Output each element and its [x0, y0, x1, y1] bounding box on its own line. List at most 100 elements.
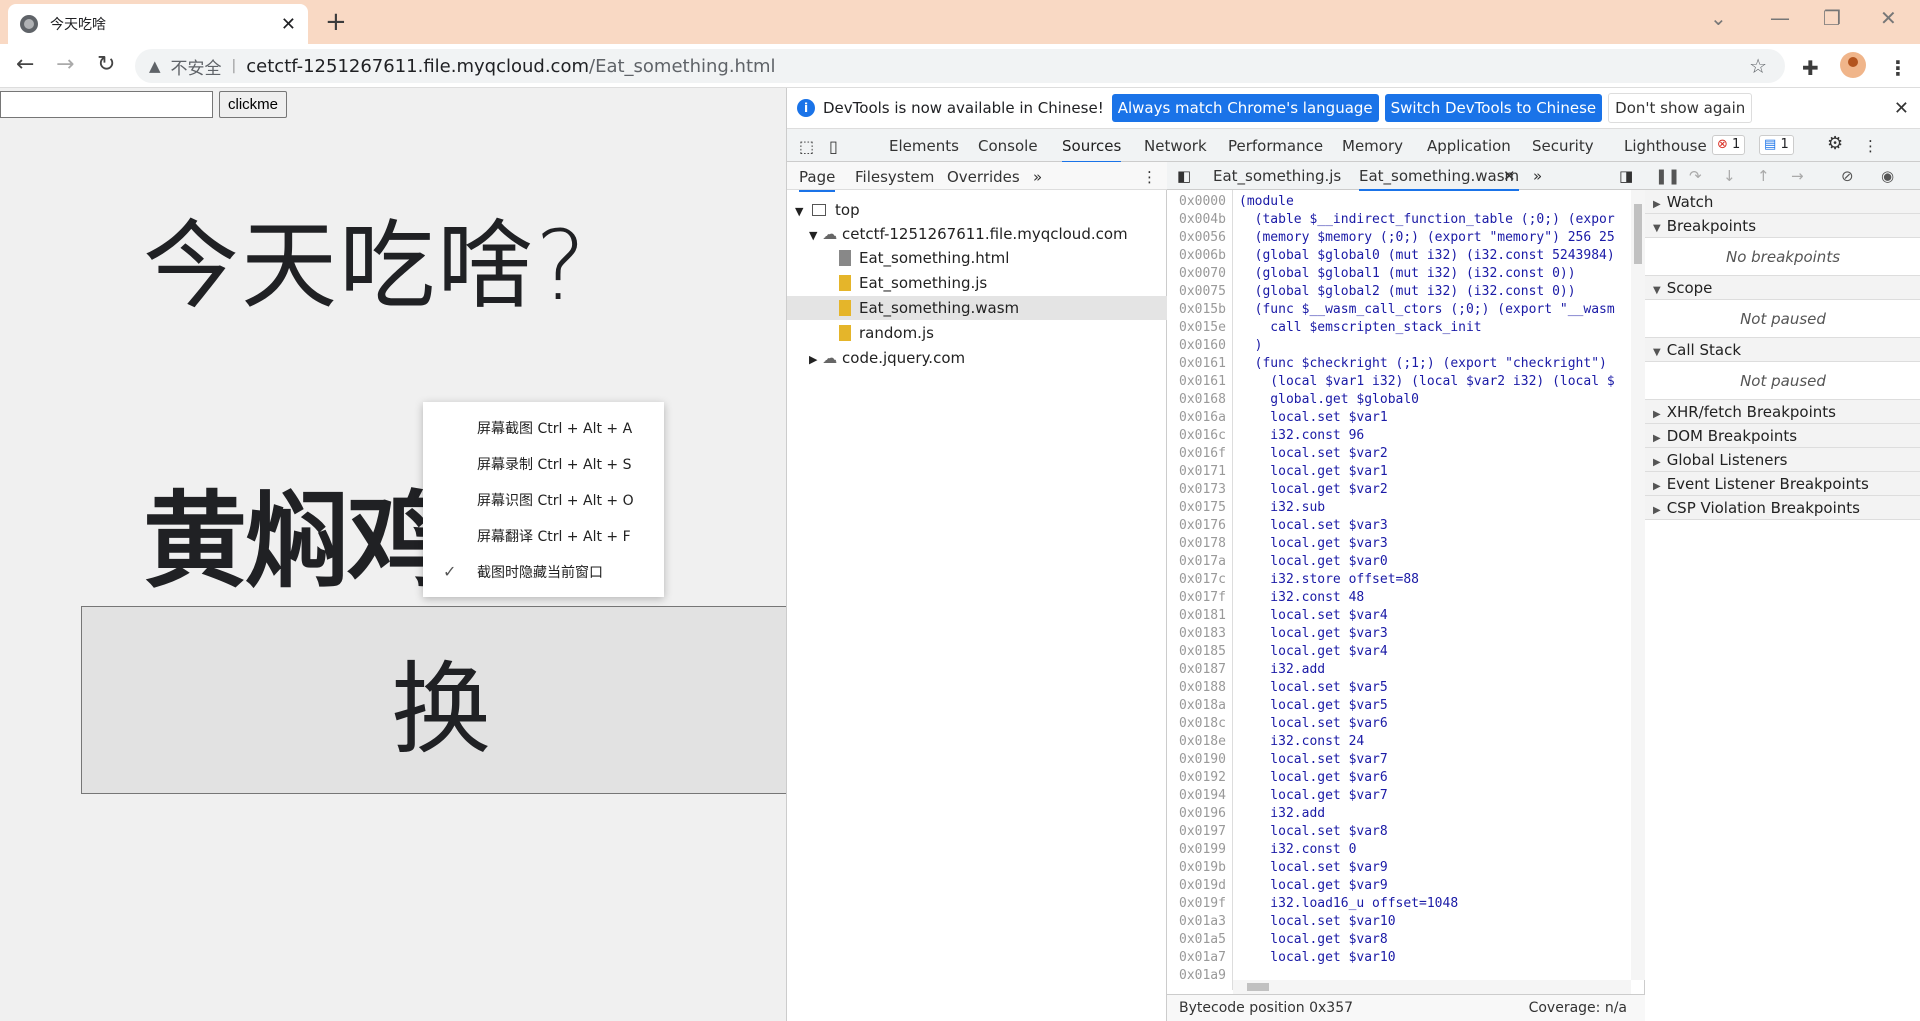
switch-chinese-button[interactable]: Switch DevTools to Chinese [1384, 94, 1603, 122]
toggle-navigator-icon[interactable]: ◧ [1177, 167, 1191, 185]
tab-performance[interactable]: Performance [1228, 137, 1323, 155]
tab-console[interactable]: Console [978, 137, 1038, 155]
tab-search-icon[interactable]: ⌄ [1710, 6, 1727, 30]
toggle-debugger-icon[interactable]: ◨ [1619, 167, 1633, 185]
text-input[interactable] [0, 91, 213, 118]
navigator-menu-icon[interactable]: ⋮ [1142, 168, 1157, 186]
line-number: 0x0178 [1179, 536, 1226, 551]
section-watch[interactable]: ▶ Watch [1645, 190, 1920, 214]
new-tab-button[interactable]: + [325, 8, 347, 36]
inspect-icon[interactable]: ⬚ [799, 137, 814, 156]
editor-tab-wasm[interactable]: Eat_something.wasm [1359, 167, 1520, 191]
code-line: i32.sub [1239, 500, 1326, 515]
back-icon[interactable]: ← [16, 54, 34, 76]
tab-network[interactable]: Network [1144, 137, 1207, 155]
clickme-button[interactable]: clickme [219, 91, 288, 118]
tab-application[interactable]: Application [1427, 137, 1511, 155]
device-toggle-icon[interactable]: ▯ [829, 137, 838, 156]
step-out-icon[interactable]: ↑ [1757, 167, 1770, 185]
forward-icon[interactable]: → [56, 54, 74, 76]
horizontal-scrollbar[interactable] [1233, 980, 1631, 994]
pause-on-exceptions-icon[interactable]: ◉ [1881, 167, 1894, 185]
section-csp-breakpoints[interactable]: ▶ CSP Violation Breakpoints [1645, 496, 1920, 520]
menu-item-hide-window[interactable]: 截图时隐藏当前窗口 [477, 562, 603, 582]
dont-show-button[interactable]: Don't show again [1608, 93, 1753, 123]
close-icon[interactable]: ✕ [1894, 98, 1909, 119]
tree-file[interactable]: random.js [787, 321, 1167, 345]
menu-item-recognize[interactable]: 屏幕识图 Ctrl + Alt + O [477, 490, 634, 510]
food-main: 黄焖鸡 [143, 480, 451, 602]
section-xhr-breakpoints[interactable]: ▶ XHR/fetch Breakpoints [1645, 400, 1920, 424]
nav-tab-filesystem[interactable]: Filesystem [855, 168, 934, 186]
menu-item-record[interactable]: 屏幕录制 Ctrl + Alt + S [477, 454, 631, 474]
menu-item-screenshot[interactable]: 屏幕截图 Ctrl + Alt + A [477, 418, 632, 438]
extensions-puzzle-icon[interactable]: ✚ [1802, 56, 1819, 80]
code-line: global.get $global0 [1239, 392, 1420, 407]
code-area[interactable]: 0x0000 (module 0x004b (table $__indirect_f… [1167, 190, 1631, 990]
section-breakpoints[interactable]: ▼ Breakpoints [1645, 214, 1920, 238]
line-number: 0x0075 [1179, 284, 1226, 299]
vertical-scrollbar[interactable] [1631, 190, 1645, 980]
step-over-icon[interactable]: ↷ [1689, 167, 1702, 185]
tree-jquery[interactable]: ▶ ☁ code.jquery.com [787, 346, 1167, 370]
tab-security[interactable]: Security [1532, 137, 1594, 155]
more-tabs-icon[interactable]: » [1533, 167, 1542, 185]
collapsed-arrow-icon: ▶ [1653, 505, 1661, 516]
tree-origin[interactable]: ▼ ☁ cetctf-1251267611.file.myqcloud.com [787, 222, 1167, 246]
code-line: i32.const 0 [1239, 842, 1357, 857]
tab-close-icon[interactable]: ✕ [281, 14, 296, 35]
nav-tab-overrides[interactable]: Overrides [947, 168, 1020, 186]
tab-memory[interactable]: Memory [1342, 137, 1403, 155]
line-number: 0x01a7 [1179, 950, 1226, 965]
tab-lighthouse[interactable]: Lighthouse [1624, 137, 1707, 155]
tree-file[interactable]: Eat_something.html [787, 246, 1167, 270]
bookmark-star-icon[interactable]: ☆ [1749, 54, 1767, 78]
close-window-button[interactable]: ✕ [1880, 6, 1897, 30]
browser-tab[interactable]: 今天吃啥 ✕ [8, 4, 308, 44]
step-into-icon[interactable]: ↓ [1723, 167, 1736, 185]
editor-tab-close-icon[interactable]: ✕ [1503, 167, 1516, 185]
devtools-menu-icon[interactable]: ⋮ [1863, 137, 1878, 155]
pause-icon[interactable]: ❚❚ [1655, 167, 1680, 185]
tree-top[interactable]: ▼ top [787, 198, 1167, 222]
code-line: (module [1239, 194, 1294, 209]
change-button[interactable]: 换 [81, 606, 786, 794]
more-tabs-icon[interactable]: » [1033, 168, 1042, 186]
profile-avatar[interactable] [1840, 52, 1866, 78]
code-line: local.set $var7 [1239, 752, 1388, 767]
step-icon[interactable]: → [1791, 167, 1804, 185]
section-call-stack[interactable]: ▼ Call Stack [1645, 338, 1920, 362]
settings-gear-icon[interactable]: ⚙ [1827, 133, 1843, 154]
code-line: local.set $var4 [1239, 608, 1388, 623]
section-dom-breakpoints[interactable]: ▶ DOM Breakpoints [1645, 424, 1920, 448]
tree-file[interactable]: Eat_something.js [787, 271, 1167, 295]
menu-item-translate[interactable]: 屏幕翻译 Ctrl + Alt + F [477, 526, 631, 546]
match-language-button[interactable]: Always match Chrome's language [1111, 94, 1379, 122]
scroll-thumb[interactable] [1634, 204, 1642, 264]
tab-elements[interactable]: Elements [889, 137, 959, 155]
code-line: local.get $var0 [1239, 554, 1388, 569]
restore-button[interactable]: ❐ [1823, 6, 1841, 30]
section-event-listener-breakpoints[interactable]: ▶ Event Listener Breakpoints [1645, 472, 1920, 496]
nav-tab-page[interactable]: Page [799, 168, 836, 192]
editor-tabs: ◧ Eat_something.js Eat_something.wasm ✕ … [1167, 162, 1645, 191]
section-global-listeners[interactable]: ▶ Global Listeners [1645, 448, 1920, 472]
tab-sources[interactable]: Sources [1062, 137, 1122, 163]
more-menu-icon[interactable]: ⋮ [1888, 56, 1908, 80]
scroll-thumb[interactable] [1247, 983, 1269, 991]
editor-tab-js[interactable]: Eat_something.js [1213, 167, 1341, 185]
error-badge[interactable]: ⊗ 1 [1712, 135, 1746, 155]
warning-icon[interactable]: ▲ [149, 57, 161, 75]
code-line: local.get $var3 [1239, 536, 1388, 551]
tree-file-selected[interactable]: Eat_something.wasm [787, 296, 1167, 320]
code-line: local.get $var10 [1239, 950, 1396, 965]
address-bar[interactable]: ▲ 不安全 | cetctf-1251267611.file.myqcloud.… [135, 49, 1785, 83]
section-scope[interactable]: ▼ Scope [1645, 276, 1920, 300]
collapse-arrow-icon: ▶ [809, 353, 818, 366]
message-badge[interactable]: ▤ 1 [1759, 135, 1794, 155]
url-path: /Eat_something.html [589, 55, 776, 77]
deactivate-breakpoints-icon[interactable]: ⊘ [1841, 167, 1854, 185]
minimize-button[interactable]: — [1770, 6, 1790, 30]
js-file-icon [839, 275, 851, 291]
reload-icon[interactable]: ↻ [97, 54, 115, 76]
